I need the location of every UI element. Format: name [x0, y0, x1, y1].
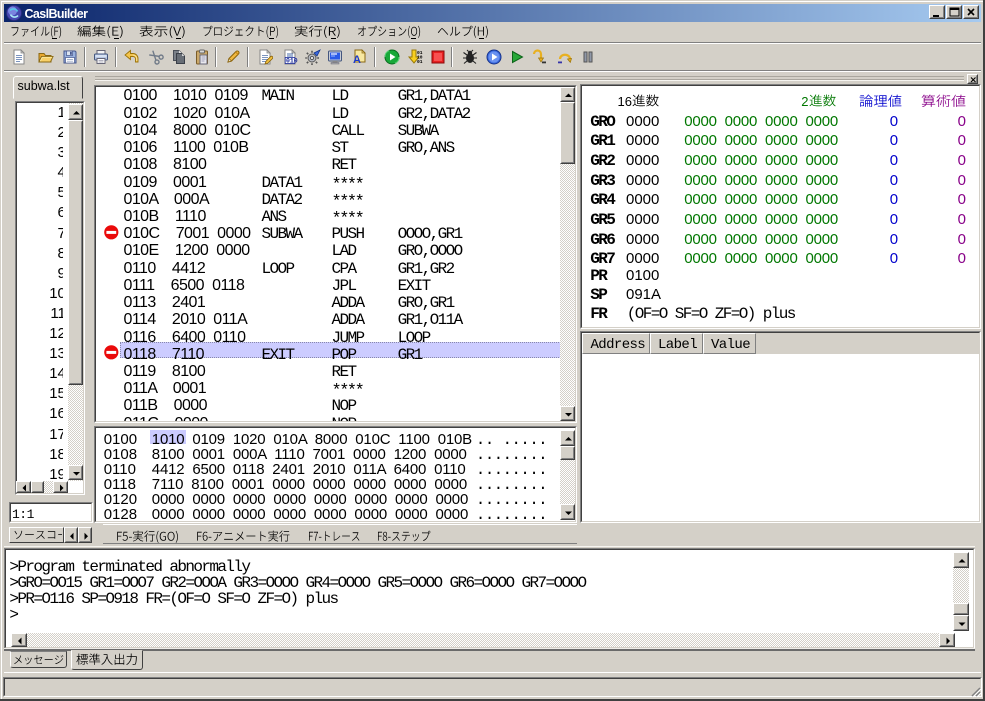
svg-text:01: 01 [417, 59, 423, 65]
svg-text:A: A [353, 54, 361, 65]
